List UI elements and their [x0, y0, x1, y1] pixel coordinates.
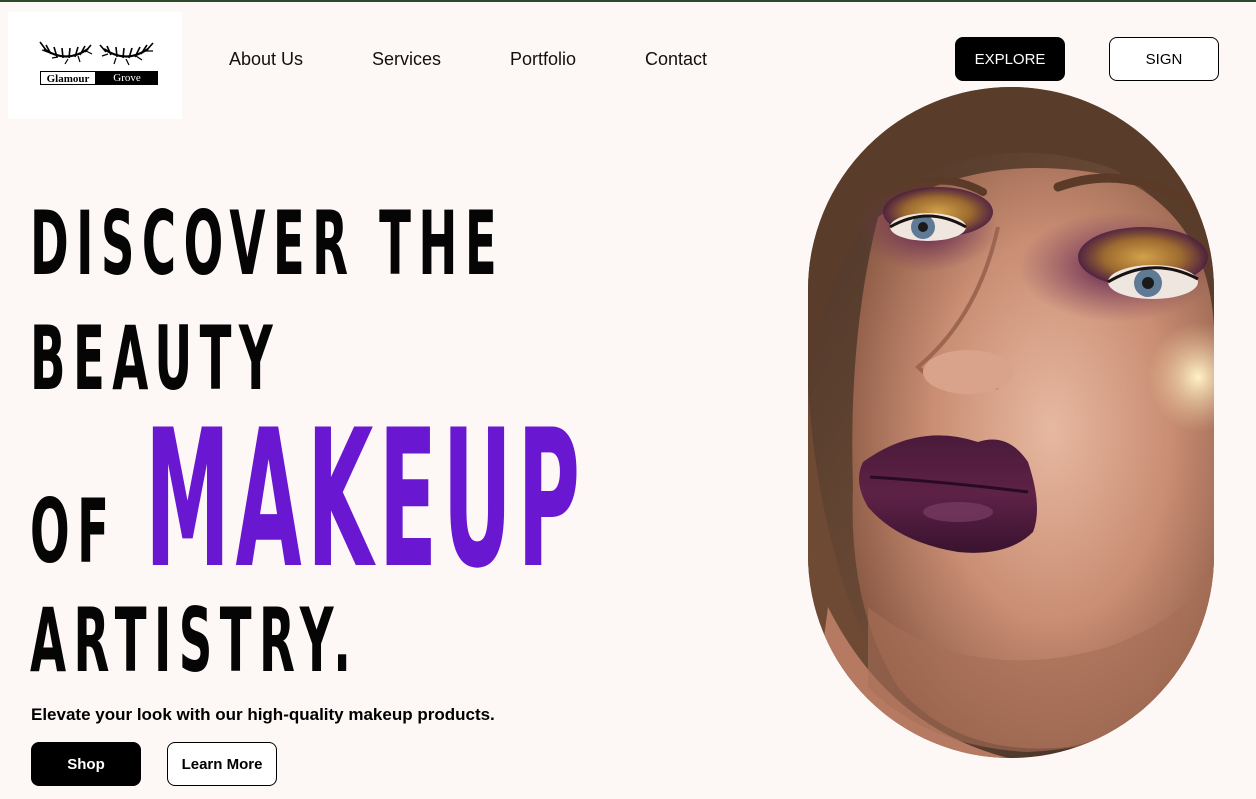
hero-heading-of: OF [30, 480, 117, 583]
nav-link-contact[interactable]: Contact [645, 49, 707, 69]
logo-wordmark: Glamour Grove [40, 71, 158, 85]
hero-heading-line-4: ARTISTRY. [30, 589, 359, 692]
makeup-model-portrait [808, 87, 1214, 758]
logo-word-grove: Grove [96, 71, 158, 85]
hero-subtext: Elevate your look with our high-quality … [31, 705, 495, 724]
shop-button[interactable]: Shop [31, 742, 141, 786]
explore-button[interactable]: EXPLORE [955, 37, 1065, 81]
brand-logo[interactable]: Glamour Grove [8, 12, 182, 119]
nav-link-about-us[interactable]: About Us [229, 49, 303, 69]
logo-word-glamour: Glamour [40, 71, 96, 85]
hero-heading-line-1: DISCOVER THE [30, 192, 505, 295]
hero-heading-makeup: MAKEUP [145, 389, 586, 610]
top-border-line [0, 0, 1256, 2]
nav-link-services[interactable]: Services [372, 49, 441, 69]
eyelashes-logo-icon [39, 41, 154, 66]
sign-button[interactable]: SIGN [1109, 37, 1219, 81]
portrait-illustration [808, 87, 1214, 758]
learn-more-button[interactable]: Learn More [167, 742, 277, 786]
nav-link-portfolio[interactable]: Portfolio [510, 49, 576, 69]
